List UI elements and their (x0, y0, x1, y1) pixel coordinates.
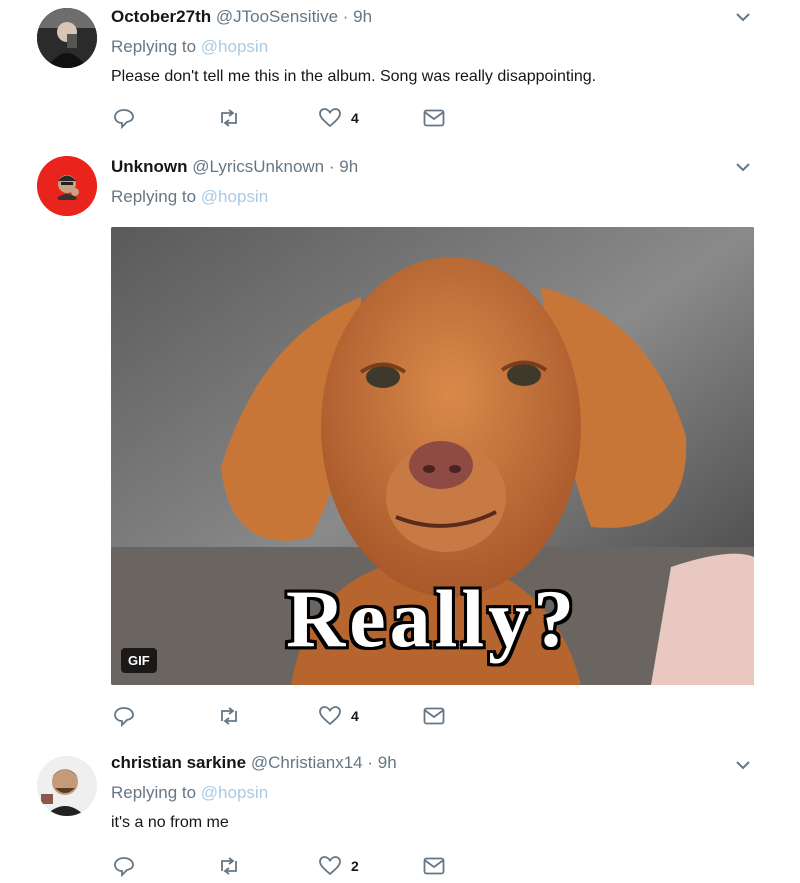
user-handle[interactable]: @Christianx14 (251, 753, 363, 772)
gif-badge: GIF (121, 648, 157, 673)
display-name[interactable]: October27th (111, 7, 211, 26)
timestamp[interactable]: 9h (339, 157, 358, 176)
envelope-icon (423, 857, 445, 875)
heart-icon (319, 856, 341, 876)
chevron-down-icon[interactable] (734, 158, 752, 176)
user-handle[interactable]: @LyricsUnknown (192, 157, 324, 176)
replying-to: Replying to @hopsin (111, 782, 755, 804)
like-button[interactable]: 4 (319, 106, 359, 130)
like-count: 2 (351, 858, 359, 874)
like-button[interactable]: 2 (319, 854, 359, 878)
gif-caption: Really? (286, 573, 579, 664)
replying-to: Replying to @hopsin (111, 36, 755, 58)
replying-to: Replying to @hopsin (111, 186, 755, 208)
reply-button[interactable] (113, 106, 135, 130)
retweet-icon (221, 857, 237, 875)
gif-media[interactable]: Really? GIF (111, 227, 754, 685)
avatar[interactable] (37, 8, 97, 68)
tweet-text: it's a no from me (111, 814, 229, 831)
reply-button[interactable] (113, 704, 135, 728)
mention-link[interactable]: @hopsin (201, 187, 268, 206)
dm-button[interactable] (423, 704, 445, 728)
timestamp[interactable]: 9h (353, 7, 372, 26)
retweet-icon (221, 109, 237, 127)
dm-button[interactable] (423, 106, 445, 130)
user-handle[interactable]: @JTooSensitive (216, 7, 338, 26)
replying-to-label: Replying to (111, 187, 197, 206)
tweet-header: October27th @JTooSensitive · 9h (111, 6, 755, 28)
retweet-button[interactable] (217, 854, 241, 878)
tweet-header: Unknown @LyricsUnknown · 9h (111, 156, 755, 178)
tweet-3[interactable]: christian sarkine @Christianx14 · 9h Rep… (0, 748, 800, 883)
chevron-down-icon[interactable] (734, 8, 752, 26)
tweet-1[interactable]: October27th @JTooSensitive · 9h Replying… (0, 0, 800, 140)
timestamp[interactable]: 9h (378, 753, 397, 772)
tweet-header: christian sarkine @Christianx14 · 9h (111, 752, 755, 774)
separator-dot: · (342, 7, 349, 26)
envelope-icon (423, 707, 445, 725)
separator-dot: · (367, 753, 374, 772)
display-name[interactable]: christian sarkine (111, 753, 246, 772)
retweet-icon (221, 707, 237, 725)
separator-dot: · (328, 157, 335, 176)
avatar[interactable] (37, 156, 97, 216)
reply-icon (114, 707, 134, 727)
display-name[interactable]: Unknown (111, 157, 188, 176)
avatar[interactable] (37, 756, 97, 816)
like-count: 4 (351, 708, 359, 724)
retweet-button[interactable] (217, 106, 241, 130)
replying-to-label: Replying to (111, 37, 197, 56)
reply-icon (114, 109, 134, 129)
like-button[interactable]: 4 (319, 704, 359, 728)
chevron-down-icon[interactable] (734, 756, 752, 774)
tweet-text: Please don't tell me this in the album. … (111, 68, 597, 85)
heart-icon (319, 706, 341, 726)
envelope-icon (423, 109, 445, 127)
dm-button[interactable] (423, 854, 445, 878)
mention-link[interactable]: @hopsin (201, 37, 268, 56)
retweet-button[interactable] (217, 704, 241, 728)
reply-button[interactable] (113, 854, 135, 878)
heart-icon (319, 108, 341, 128)
replying-to-label: Replying to (111, 783, 197, 802)
mention-link[interactable]: @hopsin (201, 783, 268, 802)
like-count: 4 (351, 110, 359, 126)
reply-icon (114, 857, 134, 877)
